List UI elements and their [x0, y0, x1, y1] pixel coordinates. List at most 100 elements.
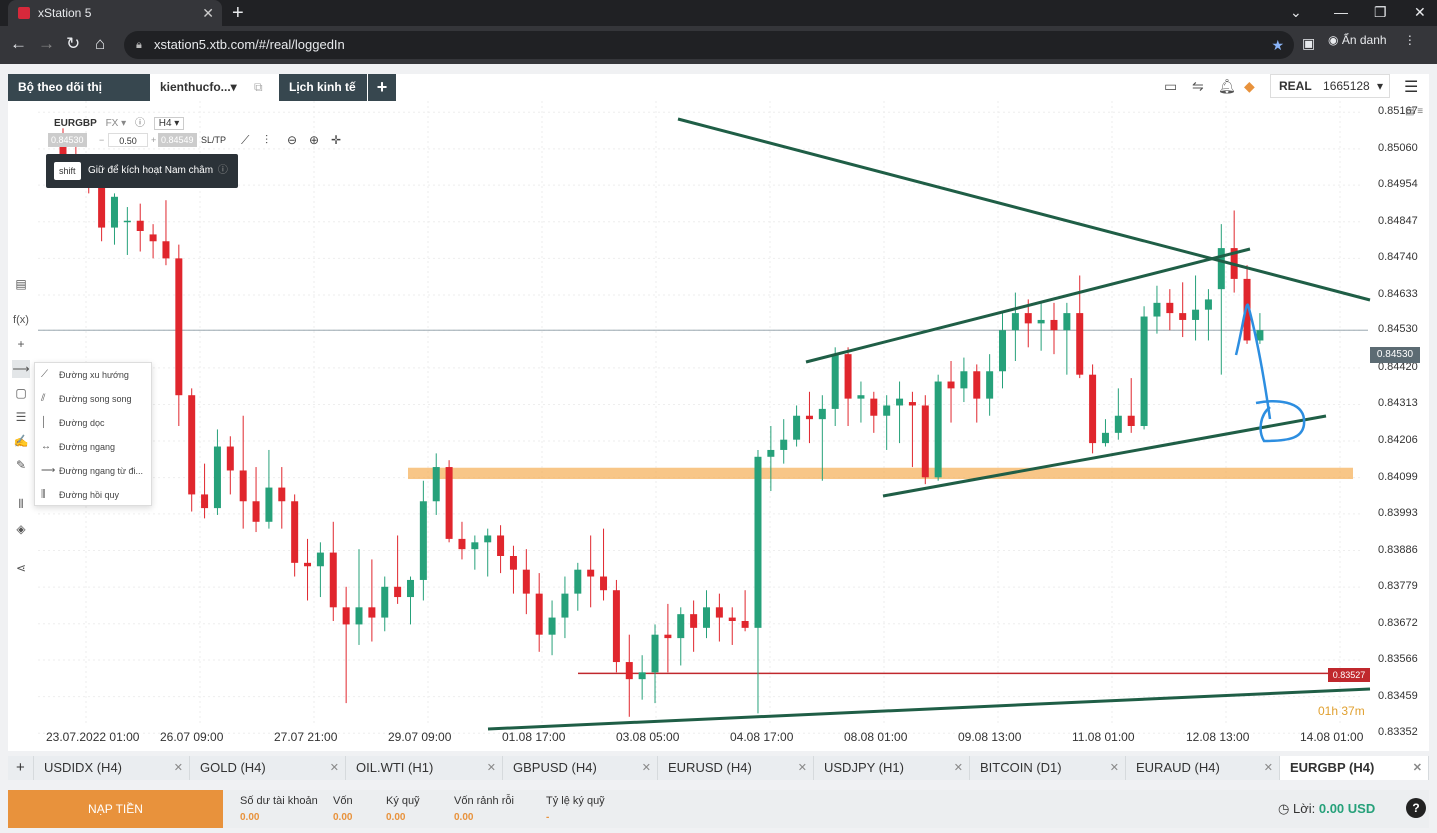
workspace-tab-bar: Bộ theo dõi thị trường kienthucfo...▾ ⧉ …	[8, 74, 1429, 121]
zoom-out-icon[interactable]: ⊖	[284, 133, 300, 147]
account-selector[interactable]: REAL 1665128 ▾	[1270, 74, 1390, 98]
symbol-label[interactable]: EURGBP	[54, 118, 97, 129]
price-chart[interactable]	[8, 101, 1429, 751]
chart-panel[interactable]: EURGBP FX ▾ ⓘ H4 ▾ 0.84530 − 0.50 + 0.84…	[8, 101, 1429, 751]
share-icon[interactable]: ⋖	[12, 559, 30, 577]
menu-vertical-line[interactable]: │ Đường dọc	[35, 411, 153, 435]
minimize-icon[interactable]: —	[1334, 0, 1348, 24]
volume-input[interactable]: 0.50	[108, 133, 148, 147]
add-tab-button[interactable]: +	[368, 74, 396, 101]
sell-price[interactable]: 0.84530	[48, 133, 87, 147]
candle-body	[703, 607, 710, 628]
close-tab-icon[interactable]: ✕	[1264, 756, 1273, 780]
instrument-tabs: + USDIDX (H4) ✕ GOLD (H4) ✕ OIL.WTI (H1) ✕ GBP…	[8, 756, 1429, 780]
instrument-tab[interactable]: GOLD (H4) ✕	[190, 756, 346, 780]
close-tab-icon[interactable]: ✕	[1413, 756, 1422, 780]
rectangle-tool-icon[interactable]: ▢	[12, 384, 30, 402]
instrument-tab[interactable]: EURAUD (H4) ✕	[1126, 756, 1280, 780]
menu-parallel-line[interactable]: ⫽ Đường song song	[35, 387, 153, 411]
candle-body	[226, 446, 234, 471]
brush-tool-icon[interactable]: ✎	[12, 456, 30, 474]
window-close-icon[interactable]: ✕	[1414, 0, 1426, 24]
pitchfork-tool-icon[interactable]: ✍	[12, 432, 30, 450]
tab-search-icon[interactable]: ⌄	[1290, 0, 1302, 24]
tab-market-watch[interactable]: Bộ theo dõi thị trường	[8, 74, 150, 121]
layout-icon[interactable]: ▭	[1164, 78, 1177, 95]
menu-label: Đường dọc	[59, 418, 105, 428]
menu-regression-line[interactable]: ⫼ Đường hồi quy	[35, 483, 153, 507]
instrument-tab[interactable]: USDIDX (H4) ✕	[34, 756, 190, 780]
close-tab-icon[interactable]: ✕	[954, 756, 963, 780]
close-icon[interactable]: ✕	[202, 0, 214, 26]
instrument-tab[interactable]: EURGBP (H4) ✕	[1280, 756, 1429, 780]
add-indicator-icon[interactable]: +	[12, 335, 30, 353]
bookmark-star-icon[interactable]: ★	[1271, 31, 1284, 59]
tab-custom-workspace[interactable]: kienthucfo...▾ ⧉ ✕	[150, 74, 278, 121]
restore-icon[interactable]: ❐	[1374, 0, 1387, 24]
fibonacci-tool-icon[interactable]: ☰	[12, 408, 30, 426]
crosshair-icon[interactable]: ✛	[328, 133, 344, 147]
close-tab-icon[interactable]: ✕	[798, 756, 807, 780]
candle-body	[471, 542, 479, 550]
close-tab-icon[interactable]: ✕	[1110, 756, 1119, 780]
browser-tab[interactable]: xStation 5 ✕	[8, 0, 222, 26]
forward-icon[interactable]: →	[38, 34, 55, 54]
chart-settings-icon[interactable]: ▤ ≡	[1405, 106, 1423, 117]
dropdown-caret-icon[interactable]: ▾	[231, 80, 237, 94]
menu-dots-icon[interactable]: ⋮	[1404, 33, 1416, 47]
x-tick-label: 14.08 01:00	[1300, 730, 1364, 744]
bell-icon[interactable]: 🔔︎	[1218, 78, 1236, 95]
reload-icon[interactable]: ↻	[66, 34, 80, 54]
tab-economic-calendar[interactable]: Lịch kinh tế	[279, 74, 367, 101]
close-tab-icon[interactable]: ✕	[174, 756, 183, 780]
zoom-in-icon[interactable]: ⊕	[306, 133, 322, 147]
deposit-button[interactable]: NẠP TIỀN	[8, 790, 223, 828]
popout-icon[interactable]: ⧉	[254, 80, 263, 94]
sltp-button[interactable]: SL/TP	[198, 133, 229, 147]
menu-horizontal-line[interactable]: ↔ Đường ngang	[35, 435, 153, 459]
candles-tool-icon[interactable]: ⫴	[12, 495, 30, 513]
sidebar-icon[interactable]: ▣	[1302, 35, 1315, 52]
menu-horizontal-ray[interactable]: ⟶ Đường ngang từ đi...	[35, 459, 153, 483]
menu-trendline[interactable]: ⟋ Đường xu hướng	[35, 363, 153, 387]
hamburger-menu-icon[interactable]: ☰	[1404, 77, 1418, 97]
candle-body	[754, 456, 762, 628]
back-icon[interactable]: ←	[10, 34, 27, 54]
symbol-caret-icon[interactable]: ▾	[121, 118, 126, 129]
close-tab-icon[interactable]: ✕	[487, 756, 496, 780]
timeframe-select[interactable]: H4 ▾	[153, 117, 185, 130]
y-tick-label: 0.85060	[1378, 141, 1418, 154]
instrument-tab[interactable]: USDJPY (H1) ✕	[814, 756, 970, 780]
trendline-tool-icon[interactable]: ⟶	[12, 360, 30, 378]
diamond-icon[interactable]: ◆	[1244, 78, 1255, 95]
buy-price[interactable]: 0.84549	[158, 133, 197, 147]
new-tab-button[interactable]: +	[232, 0, 244, 26]
transfer-icon[interactable]: ⇋	[1192, 78, 1204, 95]
line-chart-icon[interactable]: ⟋	[238, 133, 252, 147]
instrument-tab[interactable]: BITCOIN (D1) ✕	[970, 756, 1126, 780]
add-instrument-button[interactable]: +	[8, 756, 34, 780]
candle-type-icon[interactable]: ⫶	[262, 133, 271, 147]
function-icon[interactable]: f(x)	[12, 311, 30, 329]
profile-button[interactable]: ◉ Ẩn danh ⋮	[1328, 33, 1416, 47]
close-tab-icon[interactable]: ✕	[330, 756, 339, 780]
candle-body	[1101, 432, 1109, 444]
y-tick-label: 0.83672	[1378, 616, 1418, 629]
home-icon[interactable]: ⌂	[95, 34, 105, 54]
info-icon[interactable]: ⓘ	[135, 118, 145, 129]
instrument-tab[interactable]: EURUSD (H4) ✕	[658, 756, 814, 780]
y-tick-label: 0.83352	[1378, 726, 1418, 739]
layers-icon[interactable]: ◈	[12, 520, 30, 538]
current-price-tag: 0.84530	[1370, 347, 1420, 363]
close-tab-icon[interactable]: ✕	[642, 756, 651, 780]
panel-icon[interactable]: ▤	[12, 275, 30, 293]
y-tick-label: 0.83779	[1378, 580, 1418, 593]
volume-minus[interactable]: −	[96, 133, 107, 147]
help-button[interactable]: ?	[1406, 798, 1426, 818]
x-tick-label: 04.08 17:00	[730, 730, 794, 744]
pending-level-tag[interactable]: 0.83527	[1328, 668, 1370, 682]
instrument-tab[interactable]: OIL.WTI (H1) ✕	[346, 756, 503, 780]
url-input[interactable]: 🔒︎ xstation5.xtb.com/#/real/loggedIn ★	[124, 31, 1294, 59]
candle-body	[1063, 313, 1071, 331]
instrument-tab[interactable]: GBPUSD (H4) ✕	[503, 756, 658, 780]
